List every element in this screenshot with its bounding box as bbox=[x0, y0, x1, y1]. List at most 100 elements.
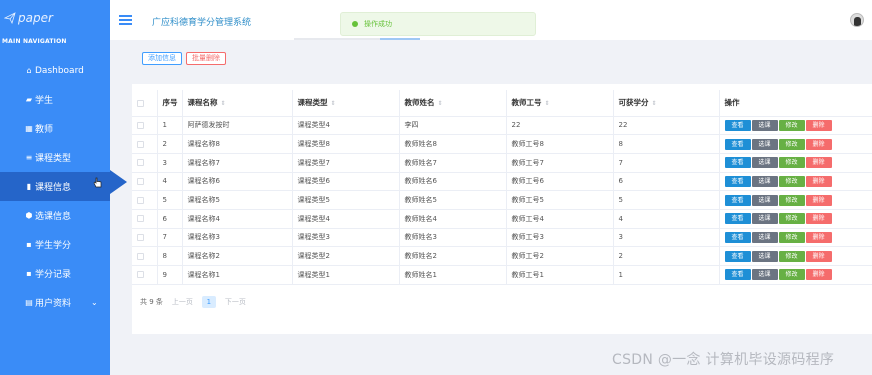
edit-button[interactable]: 修改 bbox=[778, 269, 805, 281]
row-checkbox[interactable] bbox=[137, 159, 144, 167]
row-checkbox-cell[interactable] bbox=[132, 134, 157, 154]
delete-button[interactable]: 删除 bbox=[805, 175, 832, 187]
row-actions: 查看 选课 修改 删除 bbox=[718, 153, 872, 173]
select-course-button[interactable]: 选课 bbox=[751, 194, 778, 206]
delete-button[interactable]: 删除 bbox=[805, 138, 832, 150]
chevron-down-icon[interactable]: ⌄ bbox=[91, 298, 98, 307]
row-actions: 查看 选课 修改 删除 bbox=[718, 246, 872, 266]
next-page-button[interactable]: 下一页 bbox=[225, 297, 246, 307]
view-button[interactable]: 查看 bbox=[724, 175, 751, 187]
view-button[interactable]: 查看 bbox=[724, 269, 751, 281]
row-checkbox-cell[interactable] bbox=[132, 153, 157, 173]
col-header-label: 教师姓名 bbox=[404, 98, 435, 108]
row-checkbox-cell[interactable] bbox=[132, 246, 157, 266]
menu-toggle-icon[interactable] bbox=[119, 15, 132, 25]
page-number-current[interactable]: 1 bbox=[201, 296, 216, 308]
select-all-checkbox[interactable] bbox=[137, 99, 144, 107]
row-checkbox[interactable] bbox=[137, 121, 144, 129]
table-cell: 教师工号4 bbox=[505, 209, 613, 229]
delete-button[interactable]: 删除 bbox=[805, 231, 832, 243]
select-course-button[interactable]: 选课 bbox=[751, 250, 778, 262]
edit-button[interactable]: 修改 bbox=[778, 119, 805, 131]
row-checkbox[interactable] bbox=[137, 196, 144, 204]
grid-icon: ▪ bbox=[26, 269, 32, 278]
batch-delete-button[interactable]: 批量删除 bbox=[186, 52, 226, 65]
sidebar-item[interactable]: ▦ 教师 bbox=[0, 114, 110, 143]
col-header-actions: 操作 bbox=[718, 90, 872, 117]
col-header-label: 课程类型 bbox=[297, 98, 328, 108]
delete-button[interactable]: 删除 bbox=[805, 157, 832, 169]
delete-button[interactable]: 删除 bbox=[805, 250, 832, 262]
col-header-teacher-name[interactable]: 教师姓名 ⇕ bbox=[398, 90, 506, 117]
col-header-course-name[interactable]: 课程名称 ⇕ bbox=[181, 90, 292, 117]
sidebar-item[interactable]: ⬢ 选课信息 bbox=[0, 201, 110, 230]
add-button[interactable]: 添加信息 bbox=[142, 52, 182, 65]
view-button[interactable]: 查看 bbox=[724, 213, 751, 225]
toast-message: 操作成功 bbox=[364, 20, 392, 28]
col-header-credits[interactable]: 可获学分 ⇕ bbox=[612, 90, 719, 117]
sort-icon[interactable]: ⇕ bbox=[221, 100, 226, 107]
table-cell: 9 bbox=[156, 265, 182, 285]
sidebar-item[interactable]: ▪ 学生学分 bbox=[0, 230, 110, 259]
sort-icon[interactable]: ⇕ bbox=[438, 100, 443, 107]
edit-button[interactable]: 修改 bbox=[778, 157, 805, 169]
col-header-course-type[interactable]: 课程类型 ⇕ bbox=[291, 90, 399, 117]
row-checkbox[interactable] bbox=[137, 140, 144, 148]
row-checkbox[interactable] bbox=[137, 215, 144, 223]
view-button[interactable]: 查看 bbox=[724, 119, 751, 131]
select-all-checkbox-cell[interactable] bbox=[132, 90, 157, 117]
select-course-button[interactable]: 选课 bbox=[751, 157, 778, 169]
sidebar-item[interactable]: ⌂ Dashboard bbox=[0, 56, 110, 85]
table-cell: 2 bbox=[156, 134, 182, 154]
select-course-button[interactable]: 选课 bbox=[751, 269, 778, 281]
row-checkbox[interactable] bbox=[137, 177, 144, 185]
row-checkbox-cell[interactable] bbox=[132, 190, 157, 210]
delete-button[interactable]: 删除 bbox=[805, 269, 832, 281]
row-checkbox-cell[interactable] bbox=[132, 209, 157, 229]
select-course-button[interactable]: 选课 bbox=[751, 231, 778, 243]
view-button[interactable]: 查看 bbox=[724, 157, 751, 169]
table-row: 4 课程名称6 课程类型6 教师姓名6 教师工号6 6 查看 选课 修改 删除 bbox=[132, 172, 872, 192]
edit-button[interactable]: 修改 bbox=[778, 194, 805, 206]
delete-button[interactable]: 删除 bbox=[805, 213, 832, 225]
prev-page-button[interactable]: 上一页 bbox=[172, 297, 193, 307]
user-avatar[interactable] bbox=[850, 13, 864, 27]
sidebar-item[interactable]: ▤ 用户资料 ⌄ bbox=[0, 288, 110, 317]
sidebar-item[interactable]: ≡ 课程类型 bbox=[0, 143, 110, 172]
table-cell: 7 bbox=[612, 153, 719, 173]
edit-button[interactable]: 修改 bbox=[778, 231, 805, 243]
row-actions: 查看 选课 修改 删除 bbox=[718, 209, 872, 229]
select-course-button[interactable]: 选课 bbox=[751, 119, 778, 131]
sidebar-item[interactable]: ▰ 学生 bbox=[0, 85, 110, 114]
row-checkbox-cell[interactable] bbox=[132, 228, 157, 248]
sidebar-item[interactable]: ▪ 学分记录 bbox=[0, 259, 110, 288]
row-checkbox[interactable] bbox=[137, 233, 144, 241]
view-button[interactable]: 查看 bbox=[724, 194, 751, 206]
row-checkbox[interactable] bbox=[137, 271, 144, 279]
select-course-button[interactable]: 选课 bbox=[751, 213, 778, 225]
row-checkbox-cell[interactable] bbox=[132, 172, 157, 192]
table-cell: 教师工号6 bbox=[505, 172, 613, 192]
delete-button[interactable]: 删除 bbox=[805, 119, 832, 131]
col-header-teacher-id[interactable]: 教师工号 ⇕ bbox=[505, 90, 613, 117]
edit-button[interactable]: 修改 bbox=[778, 250, 805, 262]
select-course-button[interactable]: 选课 bbox=[751, 138, 778, 150]
delete-button[interactable]: 删除 bbox=[805, 194, 832, 206]
edit-button[interactable]: 修改 bbox=[778, 138, 805, 150]
edit-button[interactable]: 修改 bbox=[778, 175, 805, 187]
paper-plane-icon bbox=[4, 12, 16, 24]
table-cell: 教师工号3 bbox=[505, 228, 613, 248]
view-button[interactable]: 查看 bbox=[724, 231, 751, 243]
app-logo[interactable]: paper bbox=[4, 11, 53, 25]
view-button[interactable]: 查看 bbox=[724, 250, 751, 262]
row-checkbox[interactable] bbox=[137, 252, 144, 260]
sort-icon[interactable]: ⇕ bbox=[652, 100, 657, 107]
sort-icon[interactable]: ⇕ bbox=[331, 100, 336, 107]
row-checkbox-cell[interactable] bbox=[132, 265, 157, 285]
view-button[interactable]: 查看 bbox=[724, 138, 751, 150]
nav-section-title: MAIN NAVIGATION bbox=[2, 38, 67, 45]
edit-button[interactable]: 修改 bbox=[778, 213, 805, 225]
sort-icon[interactable]: ⇕ bbox=[545, 100, 550, 107]
select-course-button[interactable]: 选课 bbox=[751, 175, 778, 187]
row-checkbox-cell[interactable] bbox=[132, 116, 157, 136]
